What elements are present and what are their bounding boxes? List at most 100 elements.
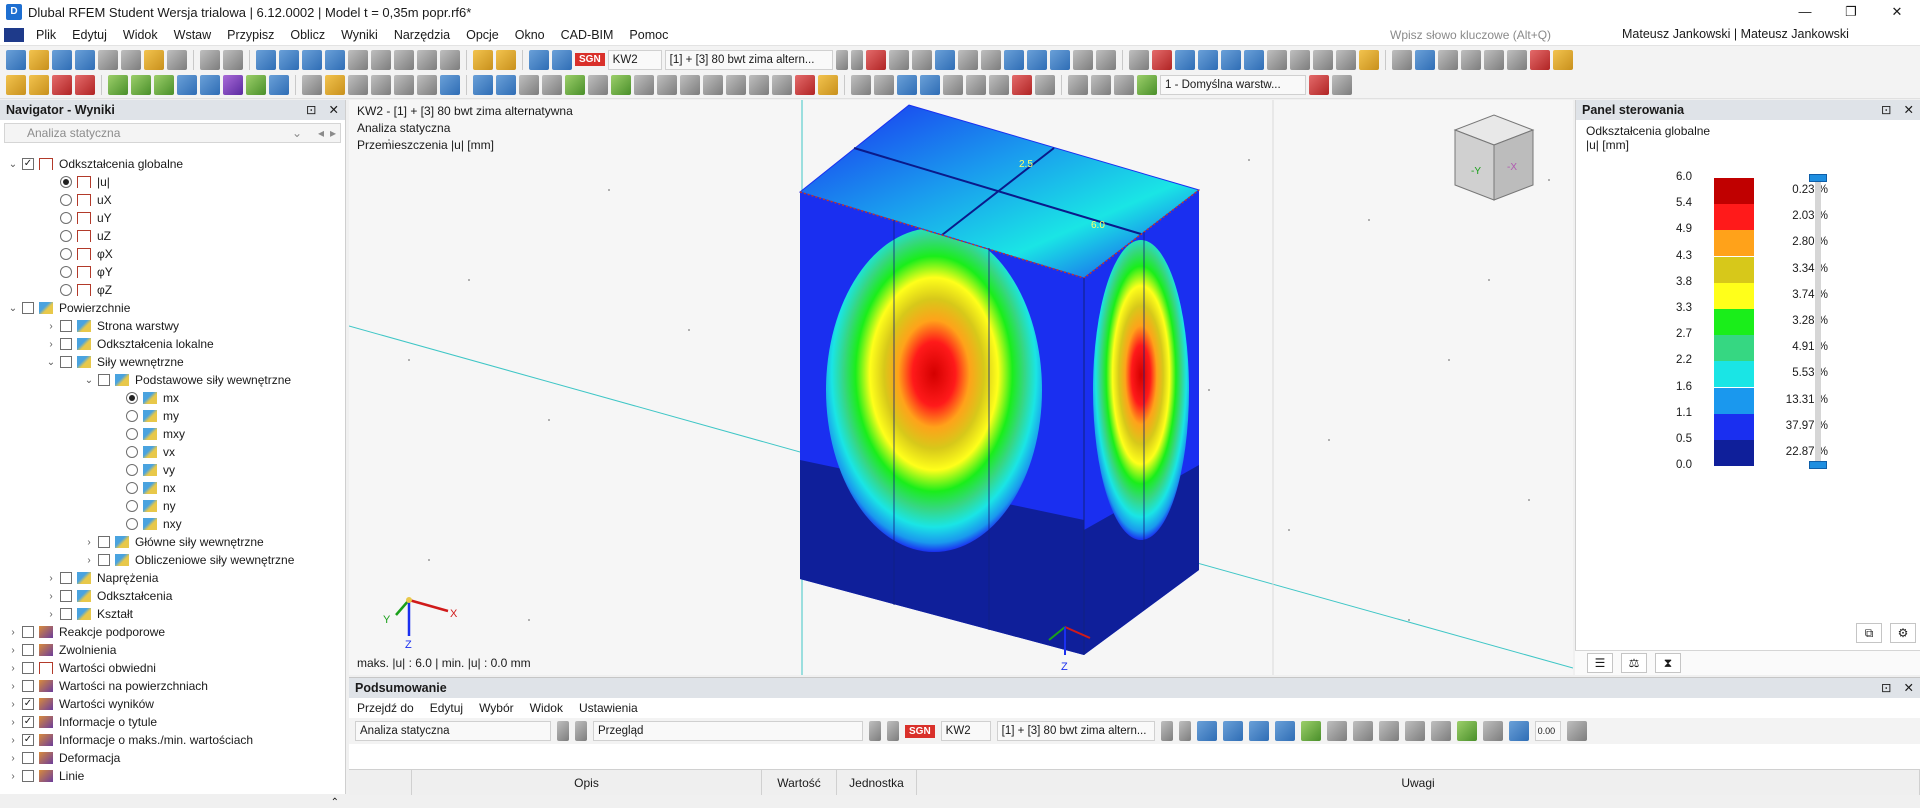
pin-icon[interactable]: ⊡ <box>1881 678 1891 698</box>
scale-icon[interactable] <box>772 74 792 95</box>
align-icon[interactable] <box>657 74 677 95</box>
tab-balance-icon[interactable]: ⚖ <box>1621 653 1647 673</box>
set-icon[interactable] <box>246 74 266 95</box>
layer-settings-icon[interactable] <box>1332 74 1352 95</box>
next-icon[interactable] <box>1178 721 1191 741</box>
color-icon[interactable] <box>1552 49 1573 70</box>
tree-icon[interactable] <box>1300 721 1321 741</box>
checkbox[interactable]: ✓ <box>22 158 34 170</box>
redo-icon[interactable] <box>223 49 243 70</box>
triangle-icon[interactable] <box>989 74 1009 95</box>
table-toggle-icon[interactable] <box>279 49 299 70</box>
view-mode-icon[interactable] <box>325 49 345 70</box>
excel-icon[interactable] <box>1456 721 1477 741</box>
previous-arrow-icon[interactable] <box>835 49 848 70</box>
analysis-select[interactable]: Analiza statyczna ⌄ ◂ ▸ <box>4 123 341 143</box>
wireframe-icon[interactable] <box>371 49 391 70</box>
load-icon[interactable] <box>154 74 174 95</box>
expand-toggle-icon[interactable]: › <box>46 339 56 350</box>
radio-button[interactable] <box>126 392 138 404</box>
radio-button[interactable] <box>60 194 72 206</box>
export-icon[interactable] <box>1352 721 1373 741</box>
checkbox[interactable] <box>22 644 34 656</box>
checkbox[interactable] <box>98 554 110 566</box>
radio-button[interactable] <box>126 428 138 440</box>
perspective-icon[interactable] <box>1391 49 1412 70</box>
prev-icon[interactable] <box>869 721 881 741</box>
expand-toggle-icon[interactable]: › <box>8 663 18 674</box>
menu-insert[interactable]: Wstaw <box>166 28 220 42</box>
view-x-icon[interactable] <box>1266 49 1287 70</box>
checkbox[interactable]: ✓ <box>22 734 34 746</box>
tree-item[interactable]: › Linie <box>8 767 84 785</box>
table-grid-icon[interactable] <box>1095 49 1116 70</box>
curve-icon[interactable] <box>542 74 562 95</box>
snap-icon[interactable] <box>473 49 493 70</box>
tab-legend-icon[interactable]: ☰ <box>1587 653 1613 673</box>
next-icon[interactable]: ▸ <box>330 124 336 142</box>
summary-analysis-select[interactable]: Analiza statyczna <box>355 721 551 741</box>
expand-toggle-icon[interactable]: › <box>8 717 18 728</box>
menu-file[interactable]: Plik <box>28 28 64 42</box>
pin-icon[interactable]: ⊡ <box>1881 100 1891 120</box>
tree-item[interactable]: uZ <box>46 227 111 245</box>
show-values-icon[interactable] <box>1248 721 1269 741</box>
mesh-settings-icon[interactable] <box>394 74 414 95</box>
layer-stack-icon[interactable] <box>1068 74 1088 95</box>
expand-toggle-icon[interactable]: › <box>46 591 56 602</box>
tree-item[interactable]: › Strona warstwy <box>46 317 179 335</box>
tree-item[interactable]: |u| <box>46 173 110 191</box>
line-icon[interactable] <box>29 74 49 95</box>
document-icon[interactable] <box>167 49 187 70</box>
tree-item[interactable]: mx <box>112 389 179 407</box>
move-icon[interactable] <box>749 74 769 95</box>
zoom-10-icon[interactable] <box>1437 49 1458 70</box>
support-icon[interactable] <box>108 74 128 95</box>
menu-results[interactable]: Wyniki <box>333 28 386 42</box>
distribute-icon[interactable] <box>680 74 700 95</box>
column-header-description[interactable]: Opis <box>412 770 762 795</box>
expand-toggle-icon[interactable]: › <box>8 645 18 656</box>
summary-menu-select[interactable]: Wybór <box>471 701 522 715</box>
display-icon[interactable] <box>1003 49 1024 70</box>
legend-slider-max-handle[interactable] <box>1809 174 1827 182</box>
tree-item[interactable]: φZ <box>46 281 112 299</box>
mirror-icon[interactable] <box>703 74 723 95</box>
checkbox[interactable] <box>60 338 72 350</box>
group-icon[interactable] <box>223 74 243 95</box>
measure-icon[interactable] <box>1072 49 1093 70</box>
tab-filter-icon[interactable]: ⧗ <box>1655 653 1681 673</box>
tree-item[interactable]: › Deformacja <box>8 749 120 767</box>
radio-button[interactable] <box>60 230 72 242</box>
checkbox[interactable] <box>22 680 34 692</box>
filter-icon[interactable] <box>1508 721 1529 741</box>
undo-icon[interactable] <box>200 49 220 70</box>
tree-item[interactable]: vy <box>112 461 175 479</box>
tree-item[interactable]: › ✓ Informacje o maks./min. wartościach <box>8 731 253 749</box>
delete-icon[interactable] <box>1151 49 1172 70</box>
checkbox[interactable] <box>22 626 34 638</box>
tree-item[interactable]: › Odkształcenia lokalne <box>46 335 213 353</box>
expand-toggle-icon[interactable]: › <box>8 627 18 638</box>
navigator-toggle-icon[interactable] <box>256 49 276 70</box>
copy-icon[interactable] <box>269 74 289 95</box>
view-minus-x-icon[interactable] <box>1335 49 1356 70</box>
table-icon[interactable] <box>1326 721 1347 741</box>
tree-item[interactable]: › Główne siły wewnętrzne <box>84 533 263 551</box>
select-icon[interactable] <box>874 74 894 95</box>
gradient-icon[interactable] <box>818 74 838 95</box>
menu-tools[interactable]: Narzędzia <box>386 28 458 42</box>
print-icon[interactable] <box>1482 721 1503 741</box>
lasso-icon[interactable] <box>966 74 986 95</box>
checkbox[interactable] <box>98 536 110 548</box>
tree-item[interactable]: nxy <box>112 515 182 533</box>
scroll-up-icon[interactable]: ⌃ <box>331 797 339 808</box>
tree-item[interactable]: uY <box>46 209 112 227</box>
results-icon[interactable] <box>552 49 572 70</box>
globe-icon[interactable] <box>440 49 460 70</box>
expand-toggle-icon[interactable]: › <box>84 555 94 566</box>
import-icon[interactable] <box>1378 721 1399 741</box>
next-arrow-icon[interactable] <box>850 49 863 70</box>
maximize-button[interactable]: ❐ <box>1828 0 1874 24</box>
box-3d-icon[interactable] <box>588 74 608 95</box>
